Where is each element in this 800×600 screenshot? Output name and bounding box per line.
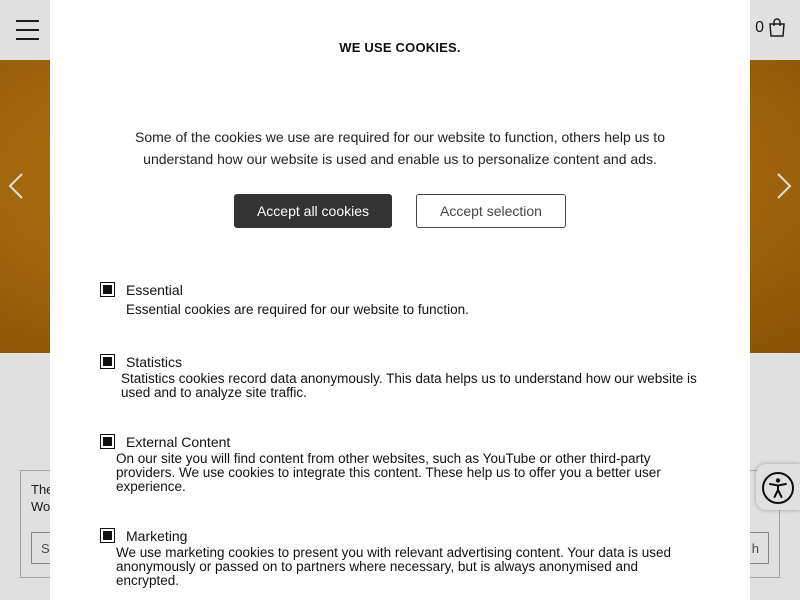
cookie-consent-dialog: WE USE COOKIES. Some of the cookies we u… bbox=[50, 0, 750, 600]
marketing-label: Marketing bbox=[126, 528, 188, 544]
accept-all-cookies-button[interactable]: Accept all cookies bbox=[234, 194, 392, 228]
statistics-checkbox[interactable] bbox=[100, 354, 115, 369]
statistics-description: Statistics cookies record data anonymous… bbox=[121, 371, 697, 400]
external-content-description: On our site you will find content from o… bbox=[116, 451, 661, 494]
external-content-label: External Content bbox=[126, 434, 231, 450]
marketing-description: We use marketing cookies to present you … bbox=[116, 545, 672, 588]
cookie-dialog-description: Some of the cookies we use are required … bbox=[135, 129, 665, 167]
cookie-dialog-title: WE USE COOKIES. bbox=[339, 40, 461, 55]
external-content-checkbox[interactable] bbox=[100, 434, 115, 449]
essential-label: Essential bbox=[126, 282, 183, 298]
statistics-label: Statistics bbox=[126, 354, 183, 370]
essential-checkbox[interactable] bbox=[100, 282, 115, 297]
accept-selection-button[interactable]: Accept selection bbox=[416, 194, 566, 228]
essential-description: Essential cookies are required for our w… bbox=[126, 302, 469, 317]
marketing-checkbox[interactable] bbox=[100, 528, 115, 543]
